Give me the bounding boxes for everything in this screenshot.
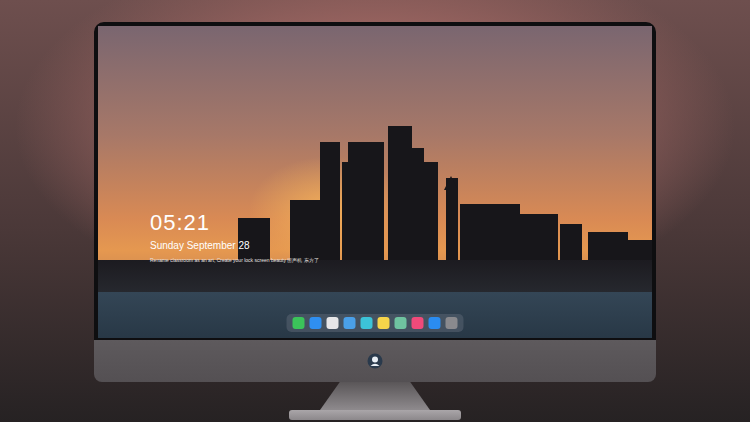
building [290, 200, 320, 262]
shoreline [98, 260, 652, 292]
app-icon[interactable] [310, 317, 322, 329]
spire [444, 176, 458, 190]
app-icon[interactable] [378, 317, 390, 329]
app-icon[interactable] [395, 317, 407, 329]
app-icon[interactable] [446, 317, 458, 329]
lock-screen: 05:21 Sunday September 28 Rename classroom… [98, 26, 652, 338]
app-icon[interactable] [412, 317, 424, 329]
app-icon[interactable] [327, 317, 339, 329]
building [588, 232, 628, 262]
monitor-chin [94, 340, 656, 382]
building [388, 126, 412, 262]
clock-widget: 05:21 Sunday September 28 Rename classroom… [150, 210, 319, 264]
monitor-stand [320, 382, 430, 410]
building [348, 142, 384, 262]
building [460, 204, 520, 262]
monitor: 05:21 Sunday September 28 Rename classroom… [94, 22, 656, 422]
app-icon[interactable] [429, 317, 441, 329]
mockup-background: 05:21 Sunday September 28 Rename classroom… [0, 0, 750, 422]
dock [287, 314, 464, 332]
clock-date: Sunday September 28 [150, 239, 319, 253]
brand-logo-icon [367, 353, 383, 369]
app-icon[interactable] [293, 317, 305, 329]
wallpaper-photo [98, 26, 652, 338]
monitor-bezel: 05:21 Sunday September 28 Rename classroom… [94, 22, 656, 340]
building [320, 142, 340, 262]
clock-time: 05:21 [150, 210, 319, 236]
app-icon[interactable] [344, 317, 356, 329]
monitor-base [289, 410, 461, 420]
building [628, 240, 652, 262]
building [418, 162, 438, 262]
building [446, 178, 458, 262]
app-icon[interactable] [361, 317, 373, 329]
building [518, 214, 558, 262]
lock-caption: Rename classroom as an art, Create your … [150, 256, 319, 264]
building [560, 224, 582, 262]
